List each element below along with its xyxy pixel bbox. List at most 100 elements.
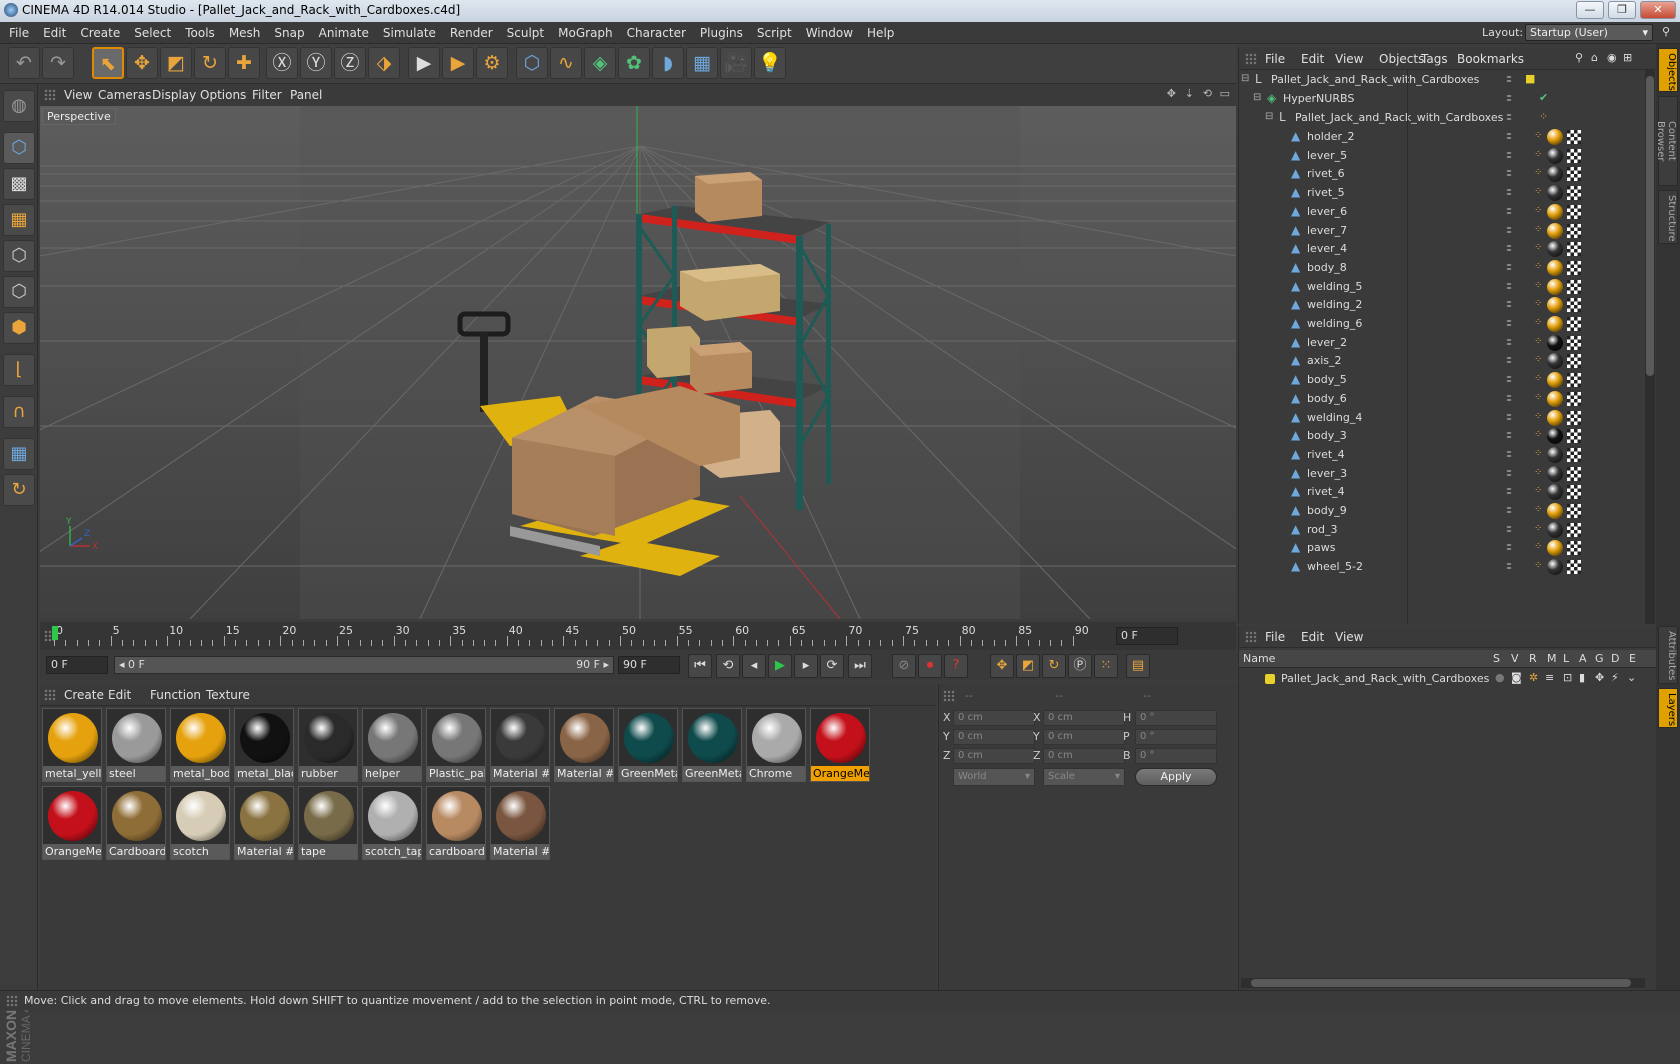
phong-tag-icon[interactable]: ⁘ (1534, 130, 1543, 142)
model-mode-icon[interactable]: ⬡ (3, 132, 35, 164)
material-swatch[interactable]: metal_black (234, 708, 294, 782)
object-name[interactable]: rivet_5 (1307, 186, 1345, 199)
current-frame-field[interactable]: 0 F (1116, 627, 1178, 645)
visibility-dots[interactable] (1505, 319, 1513, 327)
expressions-icon[interactable]: ⌄ (1627, 671, 1636, 684)
array-icon[interactable]: ✿ (618, 47, 650, 79)
object-row[interactable]: ▲ lever_4 ⁘ (1239, 239, 1647, 259)
coordinate-field[interactable]: 0 cm (953, 710, 1035, 726)
phong-tag-icon[interactable]: ⁘ (1534, 354, 1543, 366)
material-tag-icon[interactable] (1547, 129, 1563, 145)
layer-column-r[interactable]: R (1529, 652, 1537, 665)
key-point-level-icon[interactable]: ⁙ (1094, 654, 1118, 678)
phong-tag-icon[interactable]: ⁘ (1534, 336, 1543, 348)
add-icon[interactable]: ✚ (228, 47, 260, 79)
axis-mode-icon[interactable]: ⌊ (3, 354, 35, 386)
visibility-dots[interactable] (1505, 431, 1513, 440)
object-row[interactable]: ▲ welding_6 ⁘ (1239, 314, 1647, 334)
visibility-dots[interactable] (1505, 132, 1513, 140)
key-rotation-icon[interactable]: ↻ (1042, 654, 1066, 678)
panel-grip[interactable] (1245, 53, 1257, 65)
layer-menu-view[interactable]: View (1335, 630, 1363, 644)
menu-sculpt[interactable]: Sculpt (500, 22, 551, 44)
search-icon[interactable]: ⚲ (1575, 51, 1583, 64)
phong-tag-icon[interactable]: ⁘ (1534, 429, 1543, 441)
texture-tag-icon[interactable] (1567, 429, 1581, 444)
menu-mograph[interactable]: MoGraph (551, 22, 620, 44)
texture-tag-icon[interactable] (1567, 204, 1581, 219)
menu-mesh[interactable]: Mesh (222, 22, 268, 44)
go-to-end-icon[interactable]: ⏭ (848, 654, 872, 678)
phong-tag-icon[interactable]: ⁘ (1534, 373, 1543, 385)
material-swatch[interactable]: Cardboard (106, 786, 166, 860)
visibility-dots[interactable] (1505, 393, 1513, 402)
panel-grip[interactable] (943, 690, 955, 702)
object-name[interactable]: body_6 (1307, 392, 1347, 405)
material-tag-icon[interactable] (1547, 203, 1563, 220)
texture-tag-icon[interactable] (1567, 354, 1581, 369)
object-name[interactable]: body_3 (1307, 429, 1347, 442)
previous-frame-icon[interactable]: ◂ (742, 654, 766, 678)
material-tag-icon[interactable] (1547, 147, 1563, 164)
object-name[interactable]: HyperNURBS (1283, 92, 1354, 105)
phong-tag-icon[interactable]: ⁘ (1534, 261, 1543, 273)
visibility-dots[interactable] (1505, 337, 1513, 346)
coordinate-field[interactable]: 0 cm (1043, 748, 1125, 764)
start-frame-field[interactable]: 0 F (46, 656, 108, 674)
object-row[interactable]: ▲ body_6 ⁘ (1239, 389, 1647, 409)
material-tag-icon[interactable] (1547, 484, 1563, 501)
tab-layers[interactable]: Layers (1658, 688, 1678, 728)
layer-name[interactable]: Pallet_Jack_and_Rack_with_Cardboxes (1281, 672, 1489, 685)
layer-column-a[interactable]: A (1579, 652, 1587, 665)
record-keys-icon[interactable]: ⊘ (892, 654, 916, 678)
object-row[interactable]: ▲ body_3 ⁘ (1239, 426, 1647, 446)
deformer-icon[interactable]: ◗ (652, 47, 684, 79)
maximize-button[interactable]: ❐ (1608, 1, 1636, 19)
viewport-menu-panel[interactable]: Panel (290, 88, 322, 102)
close-button[interactable]: ✕ (1640, 1, 1676, 19)
deformers-icon[interactable]: ⚡ (1611, 671, 1619, 684)
viewport-menu-display[interactable]: Display (152, 88, 196, 102)
view-icon[interactable]: ◉ (1607, 51, 1617, 64)
material-tag-icon[interactable] (1547, 521, 1563, 538)
size-mode-dropdown[interactable]: Scale ▾ (1043, 768, 1125, 786)
material-swatch[interactable]: OrangeMe (42, 786, 102, 860)
object-name[interactable]: body_5 (1307, 373, 1347, 386)
key-scale-icon[interactable]: ◩ (1016, 654, 1040, 678)
object-row[interactable]: ▲ rivet_4 ⁘ (1239, 445, 1647, 465)
new-window-icon[interactable]: ⊞ (1623, 51, 1632, 64)
object-name[interactable]: Pallet_Jack_and_Rack_with_Cardboxes (1271, 73, 1479, 86)
material-menu-edit[interactable]: Edit (108, 688, 131, 702)
material-tag-icon[interactable] (1547, 241, 1563, 258)
layer-column-d[interactable]: D (1611, 652, 1619, 665)
texture-tag-icon[interactable] (1567, 522, 1581, 537)
visibility-dots[interactable] (1505, 543, 1513, 552)
visibility-dots[interactable] (1505, 356, 1513, 365)
texture-mode-icon[interactable]: ▩ (3, 168, 35, 200)
material-swatch[interactable]: OrangeMe (810, 708, 870, 782)
visibility-dots[interactable] (1505, 94, 1513, 102)
phong-tag-icon[interactable]: ⁘ (1534, 560, 1543, 572)
visibility-dots[interactable] (1505, 150, 1513, 159)
phong-tag-icon[interactable]: ⁘ (1534, 467, 1543, 479)
object-row-group[interactable]: ⊟ L Pallet_Jack_and_Rack_with_Cardboxes ⁘ (1239, 108, 1647, 128)
phong-tag-icon[interactable]: ⁘ (1534, 242, 1543, 254)
material-tag-icon[interactable] (1547, 185, 1563, 202)
coordinate-field[interactable]: 0 cm (953, 729, 1035, 745)
object-row[interactable]: ▲ axis_2 ⁘ (1239, 351, 1647, 371)
menu-snap[interactable]: Snap (267, 22, 311, 44)
material-swatch[interactable]: Material #1 (490, 786, 550, 860)
tweak-mode-icon[interactable]: ∩ (3, 396, 35, 428)
keyframe-selection-icon[interactable]: ? (944, 654, 968, 678)
phong-tag-icon[interactable]: ⁘ (1534, 541, 1543, 553)
object-name[interactable]: lever_4 (1307, 242, 1347, 255)
material-tag-icon[interactable] (1547, 428, 1563, 445)
material-swatch[interactable]: scotch_tap (362, 786, 422, 860)
material-menu-function[interactable]: Function (150, 688, 201, 702)
texture-tag-icon[interactable] (1567, 130, 1581, 144)
material-swatch[interactable]: Material #0 (554, 708, 614, 782)
coordinate-field[interactable]: 0 ° (1135, 710, 1217, 726)
object-row[interactable]: ▲ wheel_5-2 ⁘ (1239, 557, 1647, 577)
tab-objects[interactable]: Objects (1658, 48, 1678, 92)
menu-simulate[interactable]: Simulate (376, 22, 443, 44)
